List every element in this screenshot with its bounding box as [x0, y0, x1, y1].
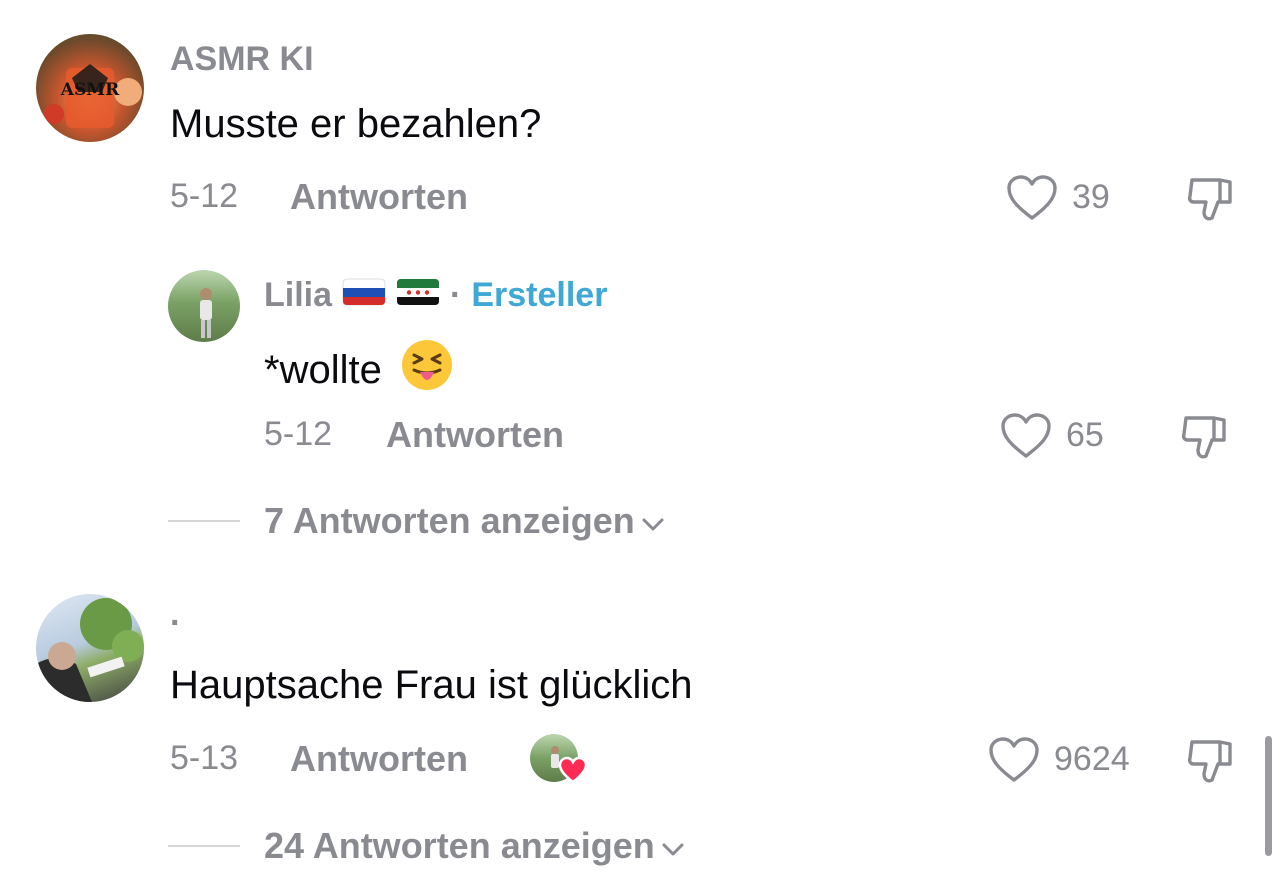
replies-divider: [168, 520, 240, 522]
comment-text: Hauptsache Frau ist glücklich: [170, 663, 693, 707]
asmr-logo-icon: ASMR: [44, 64, 142, 128]
reply-button[interactable]: Antworten: [290, 176, 468, 218]
avatar-commenter[interactable]: [36, 594, 144, 702]
like-count: 39: [1072, 178, 1110, 216]
reply-header: Lilia · Ersteller: [264, 276, 607, 315]
view-replies-label: 24 Antworten anzeigen: [264, 825, 655, 866]
avatar-lilia[interactable]: [168, 270, 240, 342]
reply-text-row: *wollte: [264, 338, 454, 402]
heart-icon[interactable]: [1006, 174, 1058, 222]
comment-date: 5-12: [170, 177, 239, 215]
svg-text:ASMR: ASMR: [60, 80, 120, 100]
chevron-down-icon: [641, 500, 665, 542]
dislike-icon[interactable]: [1186, 174, 1238, 224]
view-replies-button[interactable]: 24 Antworten anzeigen: [264, 825, 685, 867]
comment-date: 5-13: [170, 739, 239, 777]
view-replies-label: 7 Antworten anzeigen: [264, 500, 635, 541]
heart-icon[interactable]: [988, 736, 1040, 784]
view-replies-button[interactable]: 7 Antworten anzeigen: [264, 500, 665, 542]
replies-divider: [168, 845, 240, 847]
heart-icon[interactable]: [1000, 412, 1052, 460]
reply-text: *wollte: [264, 347, 382, 392]
username-lilia[interactable]: Lilia: [264, 276, 332, 315]
person-photo-icon: [36, 598, 144, 702]
dislike-icon[interactable]: [1180, 412, 1232, 462]
creator-badge: Ersteller: [471, 276, 608, 314]
avatar-asmr-ki[interactable]: ASMR: [36, 34, 144, 142]
creator-liked-heart-icon: [558, 756, 588, 789]
username-asmr-ki[interactable]: ASMR KI: [170, 40, 314, 79]
scrollbar-thumb[interactable]: [1265, 736, 1272, 856]
like-count: 65: [1066, 416, 1104, 454]
flag-syria-icon: [396, 276, 440, 315]
flag-russia-icon: [342, 276, 386, 315]
reply-button[interactable]: Antworten: [386, 414, 564, 456]
separator-dot: ·: [450, 276, 462, 314]
comment-text: Musste er bezahlen?: [170, 102, 542, 146]
chevron-down-icon: [661, 825, 685, 867]
reply-date: 5-12: [264, 415, 333, 453]
dislike-icon[interactable]: [1186, 736, 1238, 786]
like-count: 9624: [1054, 740, 1130, 778]
username-dot[interactable]: ·: [170, 604, 181, 643]
person-photo-icon: [200, 288, 212, 338]
tongue-emoji-icon: [400, 338, 454, 402]
reply-button[interactable]: Antworten: [290, 738, 468, 780]
